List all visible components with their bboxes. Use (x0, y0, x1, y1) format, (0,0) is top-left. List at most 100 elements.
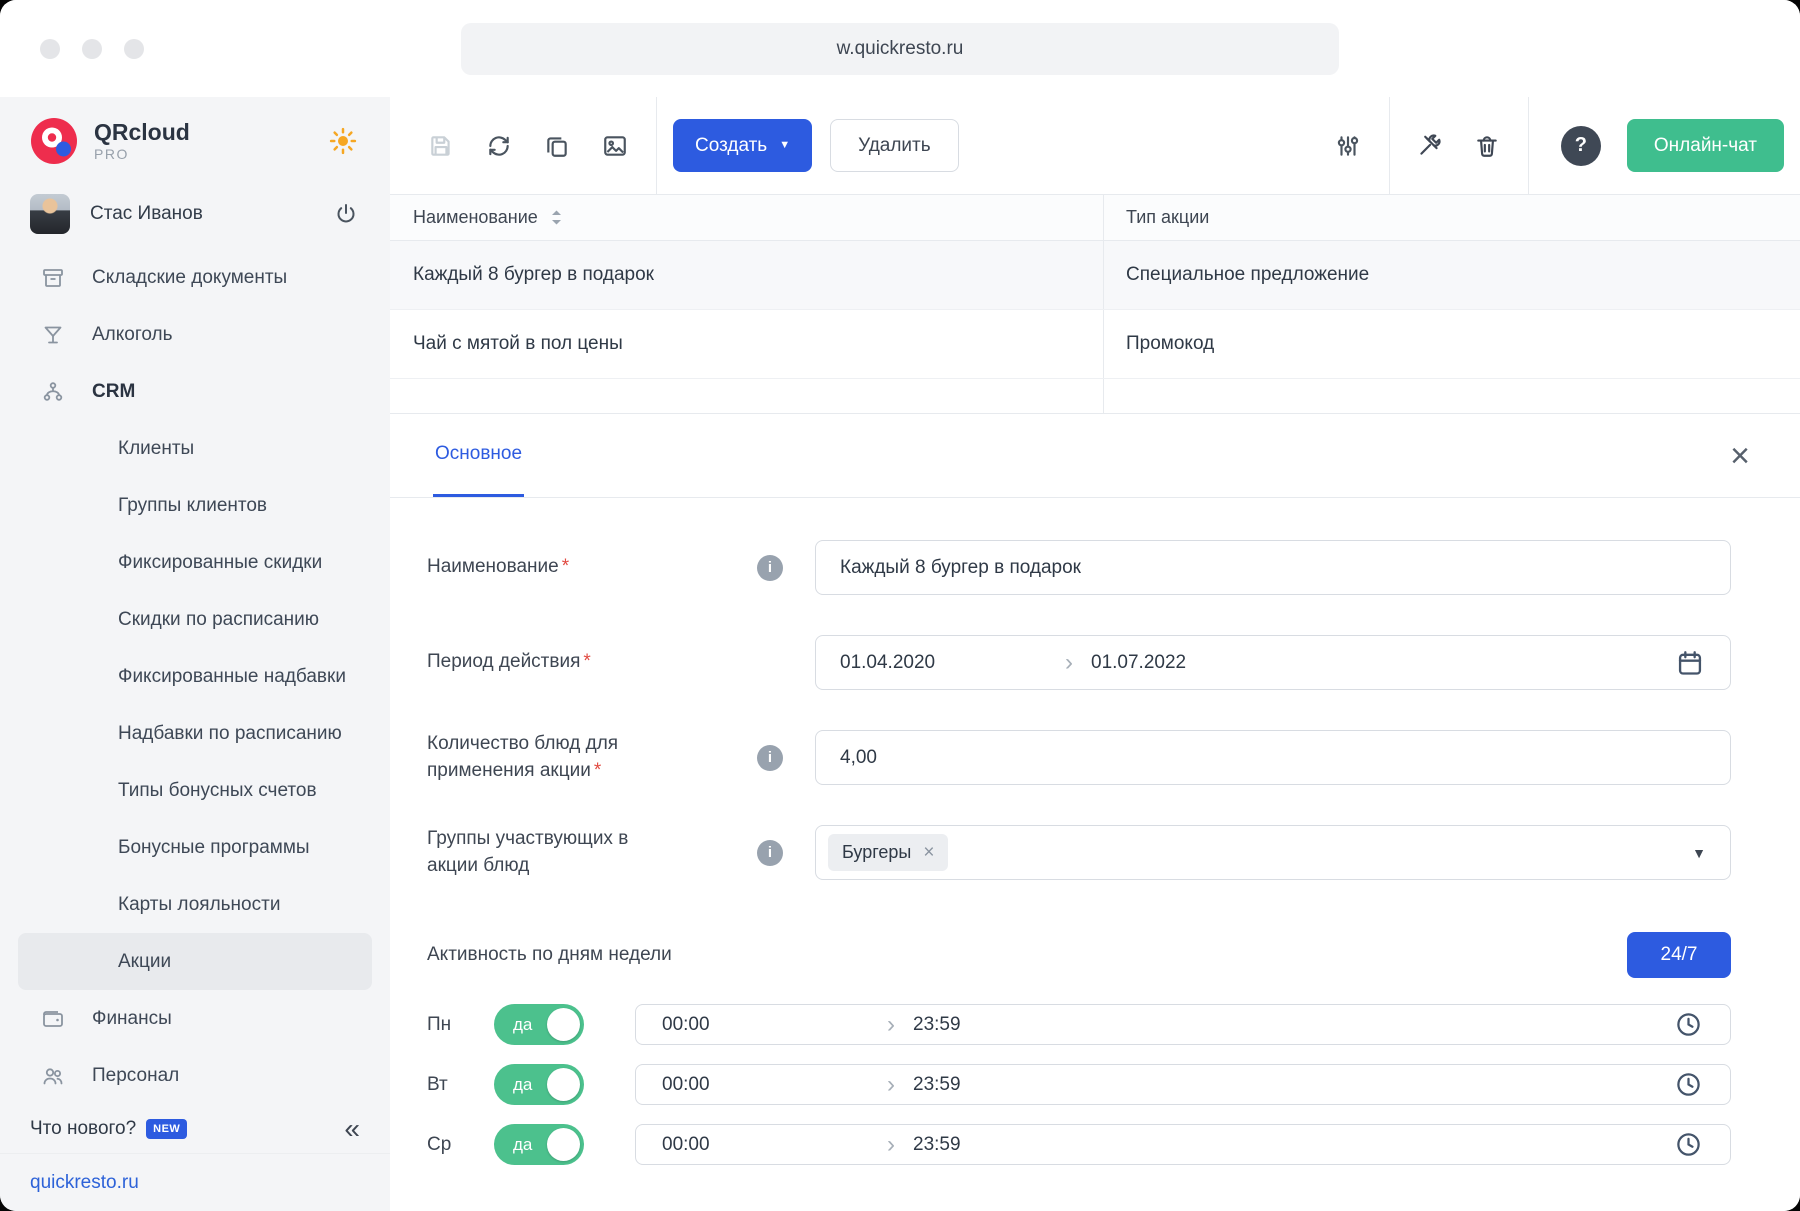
sidebar-item-fixed-surcharges[interactable]: Фиксированные надбавки (18, 648, 372, 705)
field-label: Количество блюд для применения акции * (427, 732, 619, 781)
sidebar-item-finance[interactable]: Финансы (18, 990, 372, 1047)
activity-row: Активность по дням недели 24/7 (427, 932, 1731, 978)
sidebar-item-loyalty-cards[interactable]: Карты лояльности (18, 876, 372, 933)
groups-multiselect[interactable]: Бургеры × ▼ (815, 825, 1731, 880)
field-quantity-row: Количество блюд для применения акции * i … (427, 730, 1731, 785)
close-icon[interactable]: × (1730, 439, 1750, 473)
name-input[interactable]: Каждый 8 бургер в подарок (815, 540, 1731, 595)
quantity-input[interactable]: 4,00 (815, 730, 1731, 785)
time-range-input[interactable]: 00:00 › 23:59 (635, 1004, 1731, 1045)
whats-new-link[interactable]: Что нового? (30, 1118, 136, 1140)
sidebar-item-label: Фиксированные скидки (118, 551, 323, 573)
sidebar-item-promotions[interactable]: Акции (18, 933, 372, 990)
refresh-icon[interactable] (476, 123, 522, 169)
qrcloud-logo (31, 118, 77, 164)
save-icon[interactable] (418, 123, 464, 169)
day-toggle[interactable]: да (494, 1124, 584, 1165)
new-badge: NEW (146, 1119, 188, 1139)
sidebar-item-crm[interactable]: CRM (18, 363, 372, 420)
logout-power-icon[interactable] (332, 200, 360, 228)
sidebar-item-scheduled-surcharges[interactable]: Надбавки по расписанию (18, 705, 372, 762)
main-area: Создать ▼ Удалить ? Онлайн-чат Наименова… (390, 97, 1800, 1211)
time-from-value[interactable]: 00:00 (662, 1014, 887, 1036)
time-range-input[interactable]: 00:00 › 23:59 (635, 1124, 1731, 1165)
period-to-value[interactable]: 01.07.2022 (1091, 652, 1186, 674)
caret-down-icon: ▼ (779, 139, 791, 151)
field-groups-row: Группы участвующих в акции блюд i Бургер… (427, 825, 1731, 880)
filters-icon[interactable] (1325, 123, 1371, 169)
info-icon[interactable]: i (757, 839, 783, 866)
user-name: Стас Иванов (90, 203, 203, 224)
user-row[interactable]: Стас Иванов (0, 185, 390, 243)
day-toggle[interactable]: да (494, 1004, 584, 1045)
sidebar-item-alcohol[interactable]: Алкоголь (18, 306, 372, 363)
sidebar-item-fixed-discounts[interactable]: Фиксированные скидки (18, 534, 372, 591)
info-icon[interactable]: i (757, 554, 783, 581)
trash-icon[interactable] (1464, 123, 1510, 169)
day-row-mon: Пн да 00:00 › 23:59 (427, 1004, 1731, 1045)
sidebar-item-scheduled-discounts[interactable]: Скидки по расписанию (18, 591, 372, 648)
panel-tabbar: Основное × (390, 414, 1800, 498)
tab-main[interactable]: Основное (433, 414, 525, 497)
sidebar-item-staff[interactable]: Персонал (18, 1047, 372, 1104)
tools-icon[interactable] (1406, 123, 1452, 169)
window-zoom-button[interactable] (124, 38, 144, 59)
table-row[interactable]: Чай с мятой в пол цены Промокод (390, 310, 1800, 379)
collapse-sidebar-icon[interactable]: « (344, 1115, 360, 1143)
chevron-right-icon: › (887, 1070, 895, 1098)
calendar-icon[interactable] (1674, 647, 1706, 679)
address-bar[interactable]: w.quickresto.ru (461, 22, 1339, 75)
app-window: w.quickresto.ru QRcloud PRO Стас Иванов … (0, 0, 1800, 1211)
sidebar-item-label: Акции (118, 950, 172, 972)
copy-icon[interactable] (534, 123, 580, 169)
clock-icon[interactable] (1673, 1009, 1704, 1040)
time-to-value[interactable]: 23:59 (913, 1014, 961, 1036)
sidebar-item-label: Группы клиентов (118, 494, 268, 516)
toolbar-divider (656, 97, 657, 194)
theme-sun-icon[interactable] (326, 124, 360, 158)
day-row-wed: Ср да 00:00 › 23:59 (427, 1124, 1731, 1165)
column-header-name[interactable]: Наименование (390, 195, 1104, 240)
all-day-button[interactable]: 24/7 (1627, 932, 1731, 978)
time-to-value[interactable]: 23:59 (913, 1134, 961, 1156)
sidebar-item-label: Типы бонусных счетов (118, 779, 317, 801)
tag-remove-icon[interactable]: × (923, 843, 934, 862)
sidebar-item-bonus-programs[interactable]: Бонусные программы (18, 819, 372, 876)
sidebar-item-label: Бонусные программы (118, 836, 310, 858)
create-button[interactable]: Создать ▼ (673, 119, 813, 172)
sidebar-item-bonus-account-types[interactable]: Типы бонусных счетов (18, 762, 372, 819)
field-period-row: Период действия * 01.04.2020 › 01.07.2022 (427, 635, 1731, 690)
day-toggle[interactable]: да (494, 1064, 584, 1105)
promo-detail-panel: Основное × Наименование * i Каждый 8 бург… (390, 413, 1800, 1211)
sidebar-item-label: Фиксированные надбавки (118, 665, 346, 687)
period-from-value[interactable]: 01.04.2020 (840, 652, 1065, 674)
time-from-value[interactable]: 00:00 (662, 1074, 887, 1096)
help-button[interactable]: ? (1560, 125, 1601, 166)
hierarchy-icon (40, 379, 66, 405)
sidebar-item-clients[interactable]: Клиенты (18, 420, 372, 477)
online-chat-button[interactable]: Онлайн-чат (1626, 119, 1784, 172)
field-label: Группы участвующих в акции блюд (427, 827, 629, 876)
sidebar-item-warehouse-docs[interactable]: Складские документы (18, 249, 372, 306)
time-to-value[interactable]: 23:59 (913, 1074, 961, 1096)
clock-icon[interactable] (1673, 1069, 1704, 1100)
time-from-value[interactable]: 00:00 (662, 1134, 887, 1156)
dropdown-caret-icon[interactable]: ▼ (1692, 845, 1706, 861)
table-row[interactable]: Каждый 8 бургер в подарок Специальное пр… (390, 241, 1800, 310)
window-minimize-button[interactable] (82, 38, 102, 59)
site-link[interactable]: quickresto.ru (30, 1172, 139, 1194)
browser-chrome: w.quickresto.ru (0, 0, 1800, 97)
sort-icon[interactable] (550, 209, 563, 226)
delete-button[interactable]: Удалить (830, 119, 959, 172)
toolbar-divider (1527, 97, 1529, 194)
activity-label: Активность по дням недели (427, 944, 672, 965)
required-mark: * (593, 759, 602, 781)
period-range-input[interactable]: 01.04.2020 › 01.07.2022 (815, 635, 1731, 690)
window-controls (40, 38, 144, 59)
window-close-button[interactable] (40, 38, 60, 59)
info-icon[interactable]: i (757, 744, 783, 771)
sidebar-item-client-groups[interactable]: Группы клиентов (18, 477, 372, 534)
clock-icon[interactable] (1673, 1129, 1704, 1160)
time-range-input[interactable]: 00:00 › 23:59 (635, 1064, 1731, 1105)
gallery-icon[interactable] (592, 123, 638, 169)
